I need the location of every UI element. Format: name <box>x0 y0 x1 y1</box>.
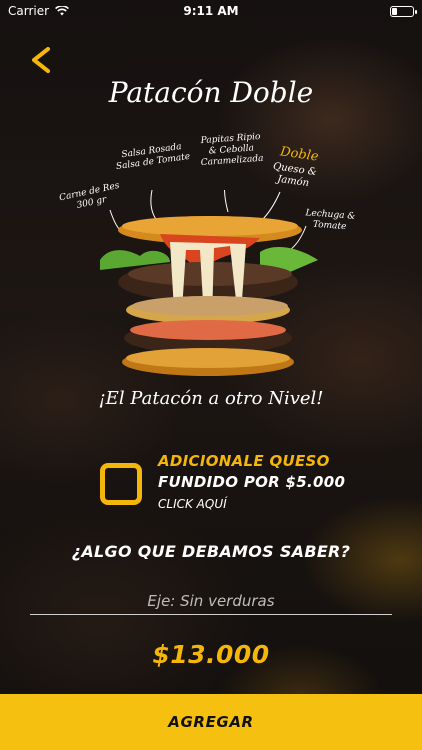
status-bar: Carrier 9:11 AM <box>0 0 422 22</box>
notes-input[interactable] <box>30 587 392 615</box>
notes-question: ¿ALGO QUE DEBAMOS SABER? <box>71 542 351 561</box>
extra-cheese-price: FUNDIDO POR $5.000 <box>158 473 346 491</box>
burger-image <box>100 190 318 376</box>
price-label: $13.000 <box>152 640 270 669</box>
extra-cheese-checkbox[interactable] <box>100 463 142 505</box>
extra-cheese-option[interactable]: ADICIONALE QUESO FUNDIDO POR $5.000 CLIC… <box>158 452 388 511</box>
annotation-papitas: Papitas Ripio & Cebolla Caramelizada <box>200 131 264 169</box>
product-slogan: ¡El Patacón a otro Nivel! <box>98 388 324 409</box>
back-chevron-icon[interactable] <box>26 46 56 76</box>
add-button[interactable]: AGREGAR <box>0 694 422 750</box>
product-title: Patacón Doble <box>108 76 314 109</box>
battery-icon <box>390 5 417 17</box>
clock: 9:11 AM <box>183 4 239 18</box>
extra-cheese-title: ADICIONALE QUESO <box>158 452 330 470</box>
extra-cheese-cta: CLICK AQUÍ <box>158 497 227 511</box>
